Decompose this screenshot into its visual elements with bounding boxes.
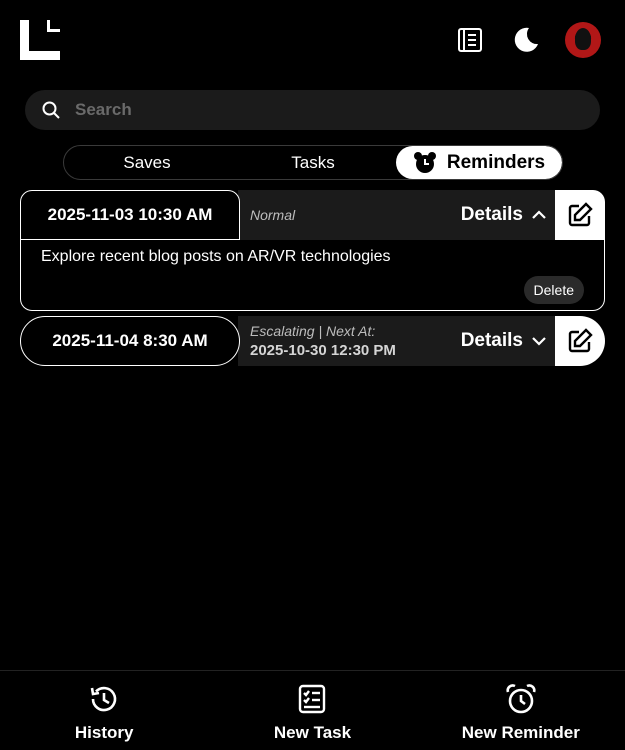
next-at-time: 2025-10-30 12:30 PM	[250, 342, 396, 359]
notebook-icon[interactable]	[453, 23, 487, 57]
nav-new-task[interactable]: New Task	[208, 671, 416, 750]
reminder-status: Escalating | Next At: 2025-10-30 12:30 P…	[250, 323, 396, 359]
avatar[interactable]	[565, 22, 601, 58]
reminder-datetime: 2025-11-04 8:30 AM	[20, 316, 240, 366]
reminder-header: 2025-11-03 10:30 AM Normal Details	[20, 190, 605, 240]
edit-button[interactable]	[555, 190, 605, 240]
header-actions	[453, 22, 601, 58]
edit-icon	[568, 202, 593, 227]
alarm-clock-icon	[506, 684, 536, 714]
reminder-card: 2025-11-04 8:30 AM Escalating | Next At:…	[20, 316, 605, 366]
details-toggle[interactable]: Details	[461, 330, 547, 352]
chevron-down-icon	[532, 337, 546, 346]
moon-icon[interactable]	[509, 23, 543, 57]
delete-button[interactable]: Delete	[523, 276, 584, 304]
edit-button[interactable]	[555, 316, 605, 366]
search-input[interactable]	[75, 100, 555, 120]
reminder-status: Normal	[250, 207, 296, 223]
alarm-clock-icon	[413, 151, 436, 173]
app-logo[interactable]	[20, 20, 60, 60]
new-task-icon	[299, 684, 326, 714]
nav-new-reminder[interactable]: New Reminder	[417, 671, 625, 750]
view-tabs: Saves Tasks Reminders	[63, 145, 563, 180]
details-toggle[interactable]: Details	[461, 204, 547, 226]
reminder-card: 2025-11-03 10:30 AM Normal Details Explo…	[20, 190, 605, 311]
tab-reminders[interactable]: Reminders	[396, 146, 562, 179]
reminder-datetime: 2025-11-03 10:30 AM	[20, 190, 240, 240]
history-icon	[90, 686, 117, 712]
bottom-nav: History New Task New Reminder	[0, 670, 625, 750]
reminder-body: Explore recent blog posts on AR/VR techn…	[20, 240, 605, 311]
reminder-header: 2025-11-04 8:30 AM Escalating | Next At:…	[20, 316, 605, 366]
edit-icon	[568, 328, 593, 353]
nav-history[interactable]: History	[0, 671, 208, 750]
tab-tasks[interactable]: Tasks	[230, 146, 396, 179]
chevron-up-icon	[532, 210, 546, 219]
search-icon	[42, 101, 60, 119]
reminder-text: Explore recent blog posts on AR/VR techn…	[41, 248, 391, 265]
search-bar[interactable]	[25, 90, 600, 130]
tab-saves[interactable]: Saves	[64, 146, 230, 179]
